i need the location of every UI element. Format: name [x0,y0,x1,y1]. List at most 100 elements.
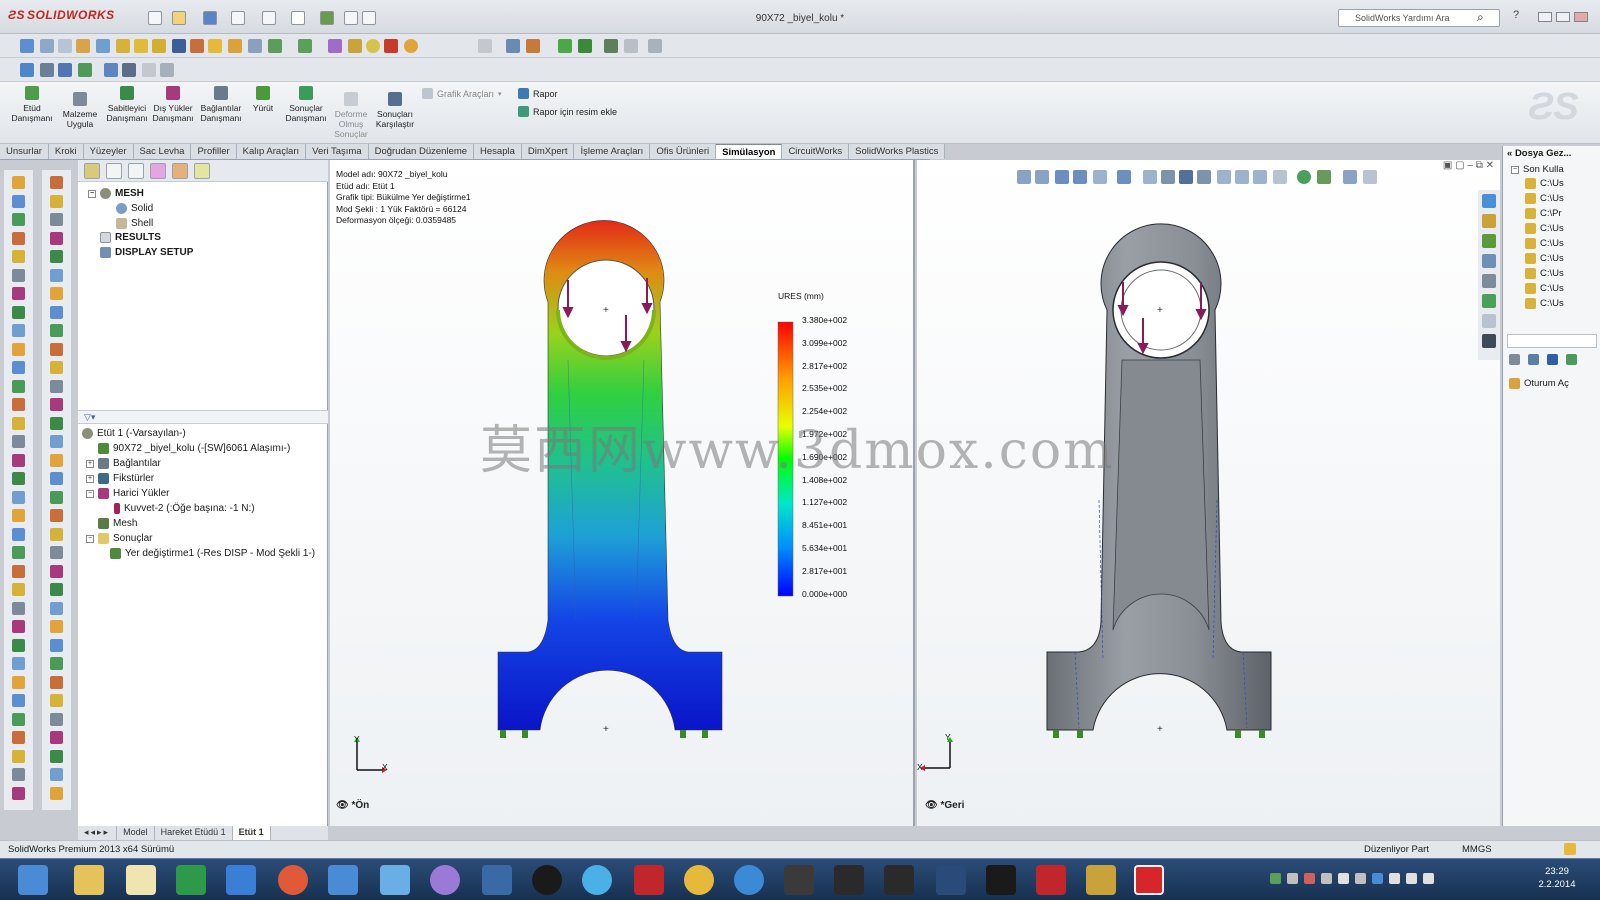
tool-icon[interactable] [12,194,25,208]
tool-icon[interactable] [12,305,25,319]
tool-icon[interactable] [58,63,72,77]
tool-icon[interactable] [50,361,63,374]
feature-manager-tab[interactable] [84,163,100,179]
design-library-tab-icon[interactable] [1482,214,1496,228]
tool-icon[interactable] [12,268,25,282]
help-icon[interactable] [1528,354,1539,365]
tool-icon[interactable] [12,250,25,263]
sum-icon[interactable] [172,39,186,53]
compare-results-button[interactable]: Sonuçları Karşılaştır [372,92,418,129]
horizontal-scrollbar[interactable] [1507,334,1597,348]
tool-icon[interactable] [50,527,63,541]
tool-icon[interactable] [12,546,25,559]
external-loads-button[interactable]: Dış Yükler Danışmanı [150,86,196,123]
app-icon[interactable] [834,865,864,895]
tool-icon[interactable] [12,231,25,245]
tool-icon[interactable] [526,39,540,53]
tool-icon[interactable] [50,786,63,800]
tool-icon[interactable] [228,39,242,53]
tool-icon[interactable] [50,416,63,430]
cloud-icon[interactable] [380,865,410,895]
tool-icon[interactable] [12,342,25,356]
tool-icon[interactable] [50,601,63,615]
tool-icon[interactable] [50,213,63,226]
recent-file-item[interactable]: C:\Us [1525,238,1564,249]
tool-icon[interactable] [116,39,130,53]
tool-icon[interactable] [20,39,34,53]
tool-icon[interactable] [12,786,25,800]
tree-mesh[interactable]: − MESH [88,188,144,199]
tab-profiller[interactable]: Profiller [191,144,237,159]
tool-icon[interactable] [96,39,110,53]
app-icon[interactable] [986,865,1016,895]
zoom-icon[interactable] [20,63,34,77]
tool-icon[interactable] [624,39,638,53]
fixtures-advisor-button[interactable]: Sabitleyici Danışmanı [102,86,152,123]
tool-icon[interactable] [12,638,25,652]
simulation-tab[interactable] [194,163,210,179]
tab-kalıp-araçları[interactable]: Kalıp Araçları [236,144,307,159]
app-icon[interactable] [936,865,966,895]
restore-button[interactable] [1556,12,1570,22]
tool-icon[interactable] [248,39,262,53]
tool-icon[interactable] [404,39,418,53]
close-button[interactable] [1574,12,1588,22]
study-external-loads[interactable]: − Harici Yükler [86,488,170,499]
tool-icon[interactable] [50,194,63,208]
tool-icon[interactable] [12,564,25,578]
tool-icon[interactable] [50,268,63,282]
connections-advisor-button[interactable]: Bağlantılar Danışmanı [196,86,246,123]
tool-icon[interactable] [348,39,362,53]
tool-icon[interactable] [12,768,25,781]
tab-simülasyon[interactable]: Simülasyon [716,144,783,159]
tool-icon[interactable] [50,564,63,578]
tool-icon[interactable] [152,39,166,53]
tool-icon[interactable] [50,638,63,652]
tab-dimxpert[interactable]: DimXpert [521,144,575,159]
tool-icon[interactable] [12,324,25,337]
tool-icon[interactable] [12,416,25,430]
documents-icon[interactable] [126,865,156,895]
tool-icon[interactable] [12,583,25,596]
tool-icon[interactable] [50,379,63,393]
help-icon[interactable]: ? [1513,9,1519,21]
tab-ofis-ürünleri[interactable]: Ofis Ürünleri [650,144,717,159]
clock[interactable]: 23:29 2.2.2014 [1532,865,1582,891]
display-manager-tab[interactable] [172,163,188,179]
tab-circuitworks[interactable]: CircuitWorks [782,144,850,159]
recent-documents-node[interactable]: − Son Kulla [1511,164,1564,175]
tool-icon[interactable] [50,342,63,356]
app-icon[interactable] [278,865,308,895]
tool-icon[interactable] [142,63,156,77]
drive-icon[interactable] [176,865,206,895]
tool-icon[interactable] [50,731,63,744]
tool-icon[interactable] [1547,354,1558,365]
flag-icon[interactable] [1423,873,1434,884]
tool-icon[interactable] [366,39,380,53]
tool-icon[interactable] [50,712,63,726]
minimize-button[interactable] [1538,12,1552,22]
tray-icon[interactable] [1304,873,1315,884]
recent-file-item[interactable]: C:\Pr [1525,208,1562,219]
tool-icon[interactable] [12,712,25,726]
tool-icon[interactable] [506,39,520,53]
study-displacement-1[interactable]: Yer değiştirme1 (-Res DISP - Mod Şekli 1… [110,548,315,559]
tool-icon[interactable] [50,250,63,263]
tray-icon[interactable] [1355,873,1366,884]
include-image-button[interactable]: Rapor için resim ekle [518,106,617,117]
tool-icon[interactable] [12,379,25,393]
tool-icon[interactable] [50,749,63,763]
tool-icon[interactable] [12,620,25,633]
tool-icon[interactable] [12,731,25,744]
connecting-rod-back[interactable]: + + [917,160,1500,826]
tool-icon[interactable] [12,675,25,689]
study-part[interactable]: 90X72 _biyel_kolu (-[SW]6061 Alaşımı-) [98,443,290,454]
tool-icon[interactable] [50,583,63,596]
tree-results[interactable]: RESULTS [100,232,161,243]
start-icon[interactable] [18,865,48,895]
tool-icon[interactable] [12,176,25,189]
tool-icon[interactable] [1566,354,1577,365]
network-icon[interactable] [1389,873,1400,884]
tab-yüzeyler[interactable]: Yüzeyler [83,144,134,159]
tool-icon[interactable] [50,176,63,189]
